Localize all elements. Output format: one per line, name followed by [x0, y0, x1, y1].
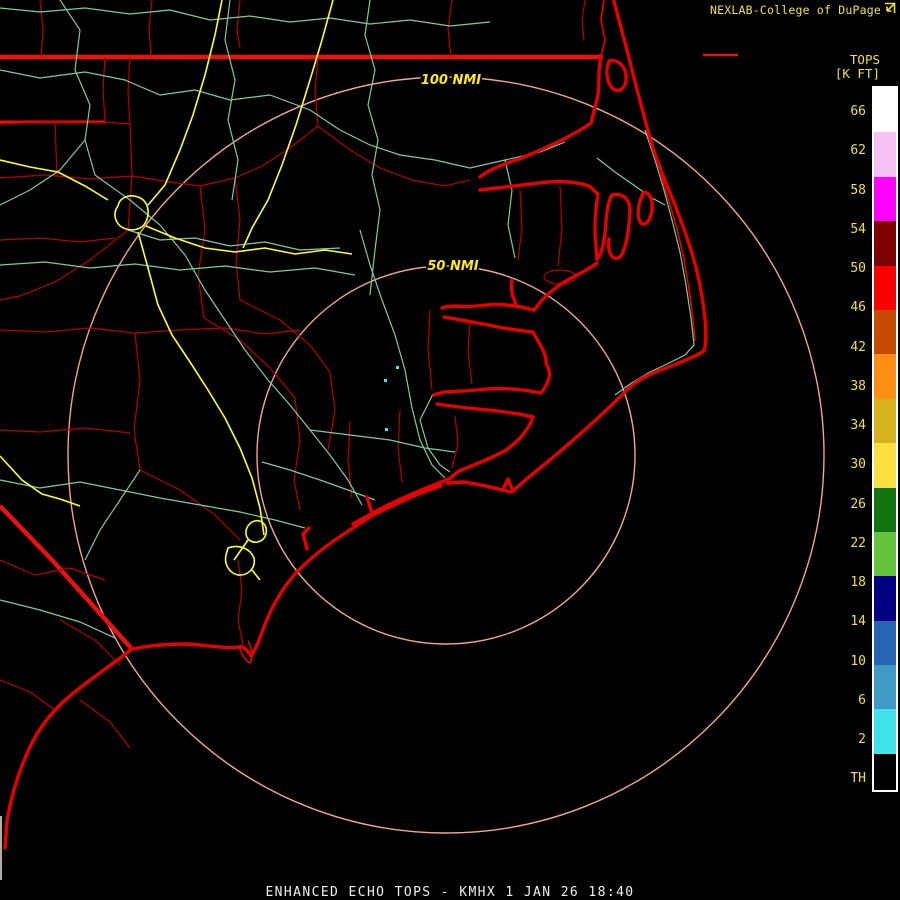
bogue-banks — [350, 486, 441, 530]
legend-color-segment — [874, 310, 896, 354]
neuse-south-shore-to-bogue — [353, 404, 533, 524]
legend-color-segment — [874, 266, 896, 310]
legend-tick-label: 30 — [818, 457, 866, 473]
city-marker — [384, 379, 387, 382]
legend-color-segment — [874, 709, 896, 753]
legend-tick-label: 10 — [818, 654, 866, 670]
alligator-river-dare-shore — [597, 195, 630, 259]
county-lines — [0, 0, 585, 748]
nc-sc-border-line — [0, 506, 131, 648]
product-caption: ENHANCED ECHO TOPS - KMHX 1 JAN 26 18:40 — [0, 885, 900, 900]
legend-color-segment — [874, 177, 896, 221]
new-river-inlet — [303, 528, 309, 549]
legend-tick-label: 22 — [818, 536, 866, 552]
city-marker — [396, 366, 399, 369]
ring-label-50nmi: 50 NMI — [427, 259, 478, 274]
pamlico-river-south-neuse-north — [434, 317, 549, 395]
radar-viewer: 100 NMI 50 NMI NEXLAB-College of DuPage … — [0, 0, 900, 900]
legend-tick-label: 38 — [818, 379, 866, 395]
albemarle-south-shore — [480, 182, 598, 259]
legend-tick-label: 54 — [818, 222, 866, 238]
southwest-coast — [251, 530, 350, 656]
legend-title: TOPS — [790, 52, 880, 67]
range-ring-50nmi — [257, 266, 635, 644]
legend-color-segment — [874, 221, 896, 265]
legend-color-segment — [874, 576, 896, 620]
page-title: NEXLAB-College of DuPage — [710, 3, 881, 17]
green-road-network — [0, 0, 694, 638]
banks-inner-shore — [660, 173, 695, 341]
legend-tick-label: 42 — [818, 340, 866, 356]
range-ring-100nmi — [68, 77, 824, 833]
yellow-highway-network — [0, 0, 352, 580]
knotts-island — [607, 61, 626, 91]
legend-tick-label: 50 — [818, 261, 866, 277]
legend-tick-label: 66 — [818, 104, 866, 120]
legend-unit: [K FT] — [790, 66, 880, 81]
legend-color-segment — [874, 399, 896, 443]
currituck-inner-shore — [601, 0, 605, 56]
legend-color-segment — [874, 354, 896, 398]
legend-color-segment — [874, 665, 896, 709]
white-oak-inlet — [367, 497, 372, 513]
albemarle-north-shore — [480, 123, 591, 177]
legend-tick-label: 14 — [818, 614, 866, 630]
legend-tick-label: 62 — [818, 143, 866, 159]
legend-tick-label: TH — [818, 771, 866, 787]
roads-primary — [0, 0, 352, 580]
legend-color-segment — [874, 621, 896, 665]
legend-color-segment — [874, 488, 896, 532]
legend-color-segment — [874, 443, 896, 487]
legend-color-segment — [874, 754, 896, 790]
cod-logo-icon — [883, 2, 896, 15]
yellow-city-loops — [115, 196, 266, 575]
currituck-mainland-shore — [591, 57, 601, 123]
city-marker — [385, 428, 388, 431]
legend-tick-label: 2 — [818, 732, 866, 748]
radar-map-canvas: 100 NMI 50 NMI — [0, 0, 900, 900]
county-boundary-network — [0, 0, 585, 748]
coastline — [5, 0, 706, 848]
legend-tick-label: 46 — [818, 300, 866, 316]
city-markers — [384, 366, 399, 431]
legend-color-segment — [874, 88, 896, 132]
range-rings — [68, 77, 824, 833]
roads-secondary — [0, 0, 694, 638]
pungo-river — [511, 280, 517, 307]
ring-label-100nmi: 100 NMI — [421, 73, 481, 88]
color-scale-bar — [872, 86, 898, 792]
legend-tick-label: 34 — [818, 418, 866, 434]
legend-tick-label: 6 — [818, 693, 866, 709]
legend-color-segment — [874, 132, 896, 176]
legend-color-segment — [874, 532, 896, 576]
roanoke-island — [638, 193, 652, 224]
legend-tick-label: 58 — [818, 183, 866, 199]
legend-tick-label: 26 — [818, 497, 866, 513]
shackleford-banks — [447, 482, 511, 492]
legend-tick-label: 18 — [818, 575, 866, 591]
